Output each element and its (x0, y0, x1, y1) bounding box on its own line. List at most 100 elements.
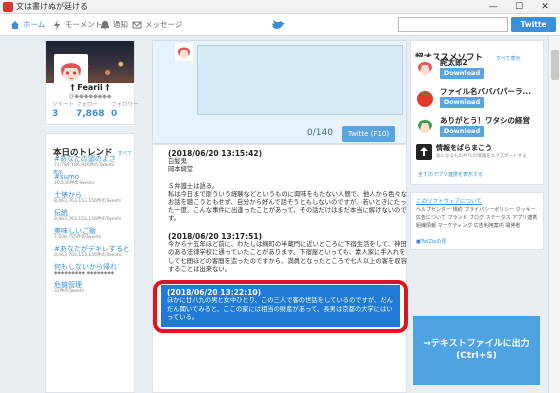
app-name: 詫太郎2 (440, 58, 468, 67)
trend-tag: 土俵から (54, 191, 82, 199)
lightning-icon (54, 20, 60, 30)
download-button[interactable]: Download (440, 97, 484, 108)
top-nav: ホーム モーメント 通知 メッセージ Twitte (0, 14, 560, 36)
trend-item[interactable]: 美味しいご飯 7,508,725件のTweets (54, 227, 101, 241)
trend-item[interactable]: #sumo 10,530件のTweets (54, 173, 94, 187)
scrollbar[interactable] (548, 36, 560, 393)
trend-count: ◆◆◆◆◆◆◆◆◆ ◆◆◆◆◆◆◆◆ (54, 271, 115, 276)
trend-item[interactable]: 土俵から 8,463,763,153,156件のTweets (54, 191, 121, 205)
upload-icon (416, 144, 432, 160)
stat-following-value: 7,868 (76, 109, 105, 119)
bird-logo-icon (272, 20, 285, 29)
nav-messages-label: メッセージ (145, 20, 183, 29)
stat-followers-value: 0 (111, 109, 118, 119)
trend-item[interactable]: 何もしないから帰れ ◆◆◆◆◆◆◆◆◆ ◆◆◆◆◆◆◆◆ (54, 263, 117, 277)
all-apps-link[interactable]: 全てのアプリ連携を表示する (418, 171, 483, 178)
trends-card: 本日のトレンド すべて表示 #あなたの頭のよさ 71,789,186,916件のT… (45, 133, 135, 393)
app-name: ファイル名バババパーラ... (440, 87, 532, 96)
info-item[interactable]: 情報をばらまこう 気になるものやTLの情報をエクスポートする (414, 143, 539, 165)
scrollbar-thumb[interactable] (551, 50, 559, 80)
stat-following[interactable]: フォロー 7,868 (76, 101, 104, 119)
tweet-line: 今から十五年ほど前に、わたしは麹町の半蔵門に近いところに下宿生活をして、神田のあ… (168, 241, 407, 273)
stat-tweets-label: ツイート (52, 102, 75, 108)
about-link[interactable]: このソフトウェアについて (416, 197, 482, 205)
app-name: ありがとう！ワタシの経営 (440, 116, 530, 125)
tweet-line: 私は今日まで斯ういう経験などというものに興味をもたない人間で、他人から色々なお話… (168, 190, 408, 223)
home-icon (11, 21, 19, 29)
tweet-item[interactable]: (2018/06/20 13:17:51) 今から十五年ほど前に、わたしは麹町の… (168, 232, 408, 274)
trend-count: 8,463,763,153,156件のTweets (54, 217, 122, 222)
stat-tweets-value: 3 (52, 109, 59, 119)
stat-followers[interactable]: フォロワー 0 (111, 101, 139, 119)
trend-count: 7,508,725件のTweets (54, 235, 102, 240)
tweet-item[interactable]: (2018/06/20 13:15:42) 白髪鬼 岡本綺堂 Ｓ弁護士は語る。 … (168, 149, 408, 224)
trend-count: 71,789,186,916件のTweets (54, 163, 115, 168)
app-item[interactable]: ありがとう！ワタシの経営 Download (414, 115, 539, 139)
tweet-line: 白髪鬼 (168, 158, 187, 166)
nav-moments-label: モーメント (65, 20, 103, 29)
trend-count: 32件のTweets (54, 289, 85, 294)
trend-item[interactable]: 伝統 8,463,763,153,156件のTweets (54, 209, 121, 223)
tweet-line: Ｓ弁護士は語る。 (168, 182, 219, 190)
trend-item[interactable]: #あなたがデキレすると 8,463,763,153,156件のTweets (54, 245, 130, 259)
tomato-icon (417, 91, 433, 107)
profile-handle: @◆◆◆◆◆◆◆◆ (68, 93, 112, 100)
maximize-button[interactable]: ☐ (506, 0, 532, 14)
trend-tag: 美味しいご飯 (54, 227, 96, 235)
tweet-line: 岡本綺堂 (168, 166, 194, 174)
export-label-line1: →テキストファイルに出力 (423, 339, 530, 349)
tweet-timestamp: (2018/06/20 13:17:51) (168, 232, 263, 241)
nav-home-label: ホーム (23, 20, 46, 29)
trend-item[interactable]: 危機管理 32件のTweets (54, 281, 84, 295)
trend-tag: 何もしないから帰れ (54, 263, 117, 271)
highlight-frame (153, 280, 408, 333)
minimize-button[interactable]: — (480, 0, 506, 14)
info-subtitle: 気になるものやTLの情報をエクスポートする (436, 154, 527, 159)
trend-tag: #あなたがデキレすると (54, 245, 130, 253)
character-green-icon (414, 115, 436, 137)
trend-count: 8,463,763,153,156件のTweets (54, 253, 122, 258)
export-label-line2: (Ctrl+S) (456, 351, 497, 361)
avatar-image-icon (56, 56, 86, 86)
trend-tag: #あなたの頭のよさ (54, 155, 116, 163)
close-button[interactable]: ✕ (532, 0, 558, 14)
tweet-textarea[interactable] (197, 45, 403, 115)
trend-count: 8,463,763,153,156件のTweets (54, 199, 122, 204)
twitter-button[interactable]: Twitte (511, 17, 556, 32)
trend-tag: 伝統 (54, 209, 68, 217)
envelope-icon (132, 21, 142, 29)
stat-tweets[interactable]: ツイート 3 (52, 101, 74, 119)
nav-home[interactable]: ホーム (8, 14, 45, 36)
tweet-button[interactable]: Twitte (F10) (342, 126, 395, 142)
nav-moments[interactable]: モーメント (50, 14, 102, 36)
stat-following-label: フォロー (76, 102, 99, 108)
profile-card-bottom (45, 125, 135, 126)
bell-icon (100, 20, 110, 30)
info-title: 情報をばらまこう (436, 144, 492, 152)
app-item[interactable]: ファイル名バババパーラ... Download (414, 86, 539, 110)
char-count: 0/140 (307, 128, 333, 138)
app-item[interactable]: 詫太郎2 Download (414, 57, 539, 81)
title-bar: 文は書けぬが廷ける — ☐ ✕ (0, 0, 560, 14)
trend-tag: 危機管理 (54, 281, 82, 289)
nav-notifications-label: 通知 (113, 20, 128, 29)
nav-messages[interactable]: メッセージ (130, 14, 182, 36)
trend-count: 10,530件のTweets (54, 181, 95, 186)
compose-avatar-icon (175, 43, 193, 61)
profile-name[interactable]: † Fearii † (45, 83, 135, 92)
download-button[interactable]: Download (440, 68, 484, 79)
window-title: 文は書けぬが廷ける (16, 2, 88, 11)
search-input[interactable] (398, 17, 508, 32)
footer-copy[interactable]: ■TwiZipの見 (416, 238, 446, 245)
nav-notifications[interactable]: 通知 (98, 14, 128, 36)
tweet-line (168, 175, 408, 183)
download-button[interactable]: Download (440, 126, 484, 137)
tweet-timestamp: (2018/06/20 13:15:42) (168, 149, 263, 158)
trend-item[interactable]: #あなたの頭のよさ 71,789,186,916件のTweets (54, 155, 116, 169)
trend-tag: #sumo (54, 173, 80, 181)
footer-links[interactable]: ヘルプセンター 規約 プライバシーポリシー クッキー 広告について ブランド ブ… (416, 206, 540, 230)
stat-followers-label: フォロワー (111, 102, 139, 108)
app-icon (3, 2, 13, 12)
export-text-button[interactable]: →テキストファイルに出力 (Ctrl+S) (413, 316, 540, 385)
app-character-icon (414, 57, 436, 79)
